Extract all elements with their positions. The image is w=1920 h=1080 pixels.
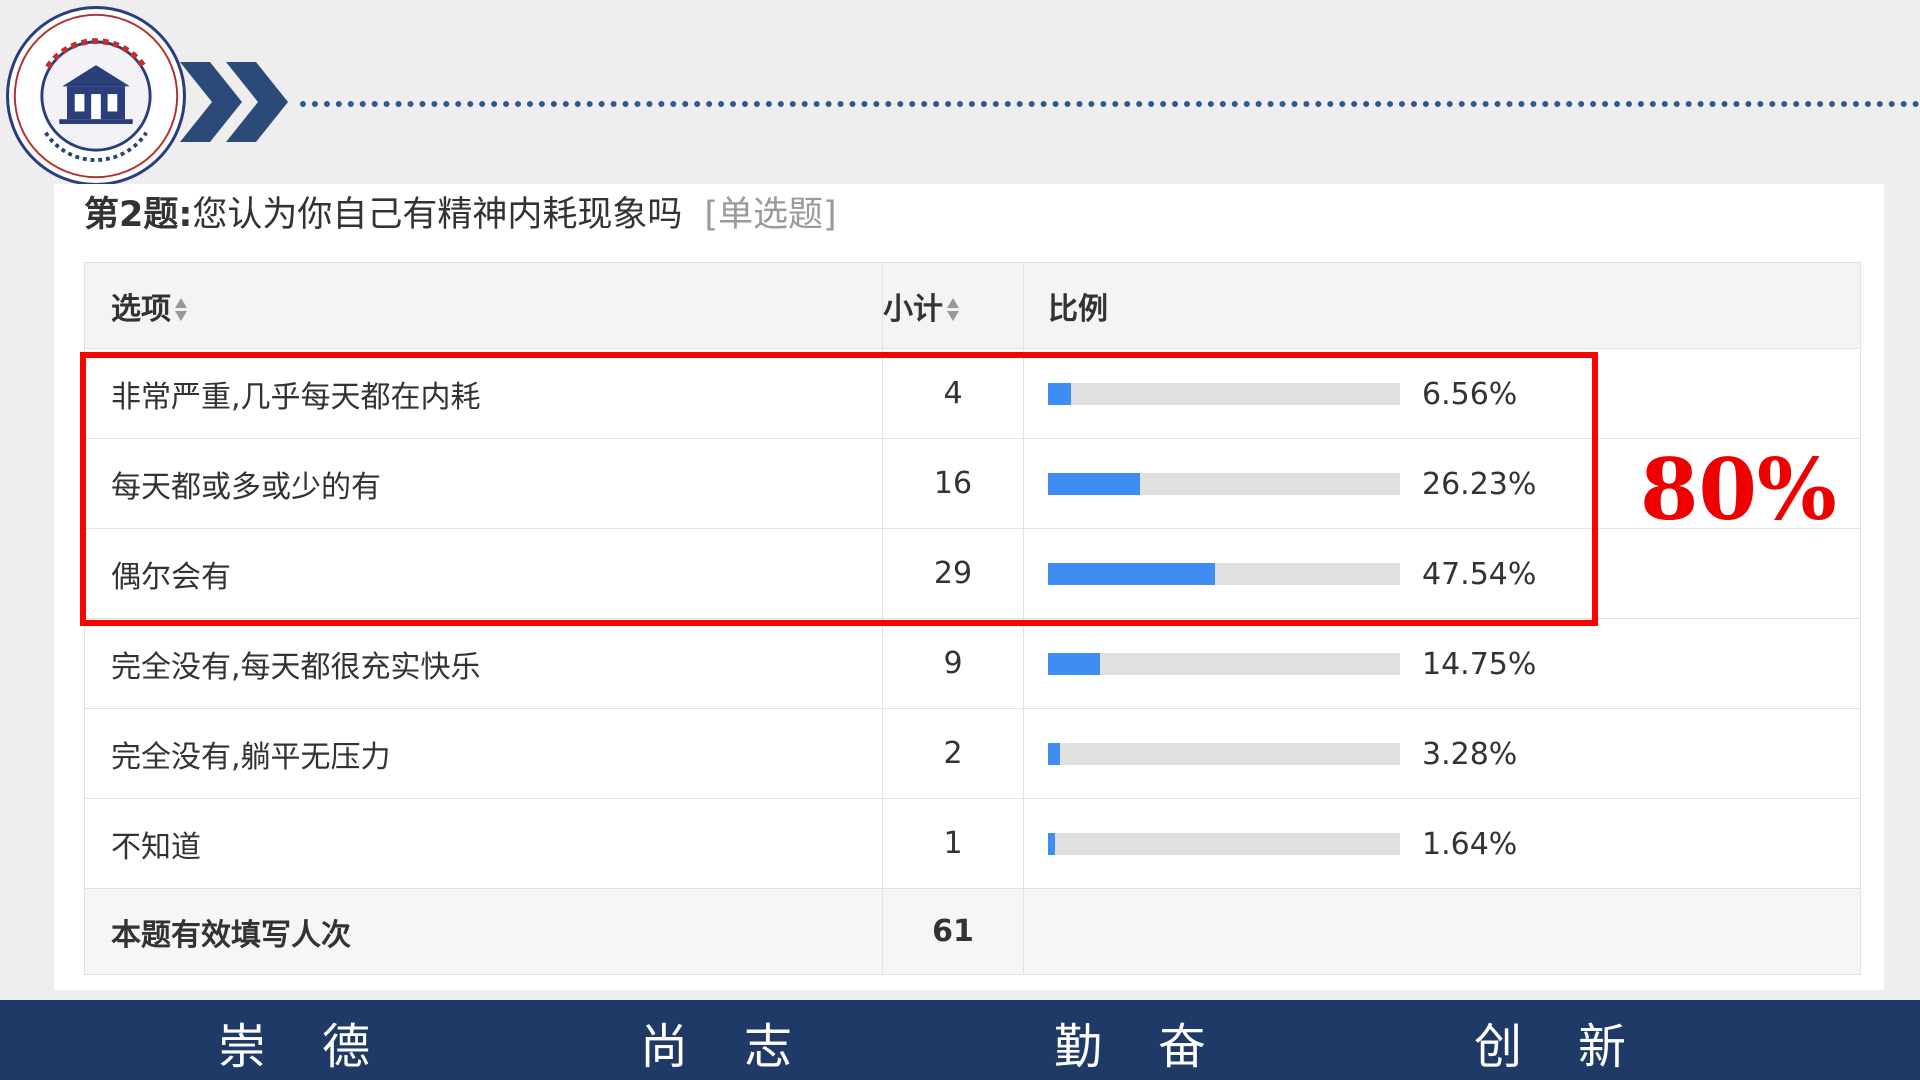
ratio-label: 1.64% bbox=[1422, 826, 1518, 862]
sort-icon[interactable] bbox=[175, 296, 187, 324]
ratio-cell: 1.64% bbox=[1023, 798, 1861, 889]
table-header-row: 选项 小计 比例 bbox=[84, 262, 1861, 349]
count-cell: 2 bbox=[882, 708, 1024, 799]
total-row: 本题有效填写人次 61 bbox=[84, 888, 1861, 975]
total-empty-cell bbox=[1023, 888, 1861, 975]
highlight-box bbox=[80, 352, 1598, 626]
header-option-label: 选项 bbox=[111, 291, 171, 327]
count-cell: 1 bbox=[882, 798, 1024, 889]
school-logo bbox=[6, 6, 186, 186]
question-title: 第2题:您认为你自己有精神内耗现象吗 [单选题] bbox=[84, 190, 837, 240]
motto-item: 勤奋 bbox=[1054, 1019, 1263, 1075]
ratio-bar-fill bbox=[1048, 743, 1060, 765]
ratio-bar-fill bbox=[1048, 653, 1100, 675]
ratio-bar bbox=[1048, 743, 1400, 765]
question-text: 您认为你自己有精神内耗现象吗 bbox=[192, 195, 683, 235]
option-cell: 完全没有,躺平无压力 bbox=[84, 708, 883, 799]
callout-percentage: 80% bbox=[1640, 440, 1837, 539]
dotted-divider bbox=[300, 101, 1920, 107]
ratio-bar bbox=[1048, 653, 1400, 675]
school-emblem-icon bbox=[13, 13, 179, 179]
header-count[interactable]: 小计 bbox=[882, 262, 1024, 349]
motto-item: 尚志 bbox=[640, 1019, 849, 1075]
option-cell: 不知道 bbox=[84, 798, 883, 889]
double-chevron-icon bbox=[180, 62, 288, 142]
total-count: 61 bbox=[882, 888, 1024, 975]
ratio-label: 14.75% bbox=[1422, 646, 1537, 682]
ratio-bar-fill bbox=[1048, 833, 1056, 855]
table-row: 不知道 1 1.64% bbox=[84, 798, 1861, 889]
count-cell: 9 bbox=[882, 618, 1024, 709]
motto-item: 创新 bbox=[1474, 1019, 1683, 1075]
option-cell: 完全没有,每天都很充实快乐 bbox=[84, 618, 883, 709]
header-count-label: 小计 bbox=[883, 291, 943, 327]
table-row: 完全没有,每天都很充实快乐 9 14.75% bbox=[84, 618, 1861, 709]
motto-item: 崇德 bbox=[218, 1019, 427, 1075]
question-number: 第2题: bbox=[84, 195, 193, 235]
ratio-label: 3.28% bbox=[1422, 736, 1518, 772]
ratio-cell: 14.75% bbox=[1023, 618, 1861, 709]
question-type: [单选题] bbox=[704, 195, 837, 235]
header-ratio-label: 比例 bbox=[1048, 291, 1108, 327]
table-row: 完全没有,躺平无压力 2 3.28% bbox=[84, 708, 1861, 799]
sort-icon[interactable] bbox=[947, 296, 959, 324]
total-label: 本题有效填写人次 bbox=[84, 888, 883, 975]
ratio-bar bbox=[1048, 833, 1400, 855]
header-option[interactable]: 选项 bbox=[84, 262, 883, 349]
header-ratio: 比例 bbox=[1023, 262, 1861, 349]
ratio-cell: 3.28% bbox=[1023, 708, 1861, 799]
